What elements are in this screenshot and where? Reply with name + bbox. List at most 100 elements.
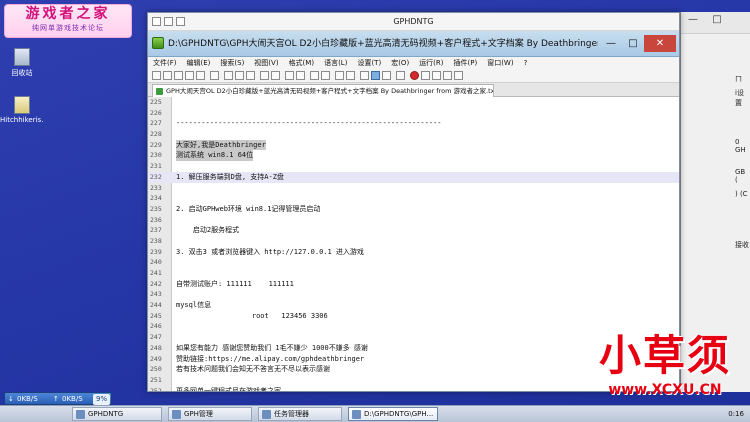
line-number: 233: [150, 183, 162, 192]
taskbar-item-task-manager[interactable]: 任务管理器: [258, 407, 342, 421]
line-number: 250: [150, 365, 162, 374]
zoom-in-icon[interactable]: [310, 71, 319, 80]
save-icon[interactable]: [174, 71, 183, 80]
maximize-button[interactable]: □: [622, 35, 644, 52]
new-file-icon[interactable]: [152, 71, 161, 80]
zoom-out-icon[interactable]: [321, 71, 330, 80]
run-macro-multiple-icon[interactable]: [443, 71, 452, 80]
taskbar-item-gphdntg[interactable]: GPHDNTG: [72, 407, 162, 421]
menu-plugins[interactable]: 插件(P): [449, 57, 483, 69]
paste-icon[interactable]: [246, 71, 255, 80]
close-file-icon[interactable]: [196, 71, 205, 80]
wrap-icon[interactable]: [346, 71, 355, 80]
editor-line[interactable]: 232 1. 解压服务端到D盘, 支持A-Z盘: [148, 171, 679, 183]
editor-line[interactable]: 237 启动2服务程式: [148, 225, 679, 236]
line-number: 237: [150, 226, 162, 235]
menu-file[interactable]: 文件(F): [148, 57, 182, 69]
line-text: 赞助链接:https://me.alipay.com/gphdeathbring…: [176, 354, 365, 363]
desktop-icon-document[interactable]: Hitchhikeris...: [0, 96, 44, 124]
window-titlebar: D:\GPHDNTG\GPH大闹天宫OL D2小白珍藏版+蓝光高清无码视频+客户…: [148, 31, 679, 57]
line-text: 启动2服务程式: [176, 226, 240, 235]
editor-line[interactable]: 242 自带测试账户: 111111 111111: [148, 279, 679, 290]
network-speed-widget[interactable]: ↓ 0KB/S ↑ 0KB/S 9%: [4, 392, 112, 405]
editor-line[interactable]: 233: [148, 183, 679, 194]
line-text: 如果您有能力 感谢您赞助我们 1毛不嫌少 1000不嫌多 感谢: [176, 343, 368, 352]
taskbar-item-gph-manager[interactable]: GPH管理: [168, 407, 252, 421]
menu-search[interactable]: 搜索(S): [215, 57, 249, 69]
line-number: 242: [150, 279, 162, 288]
outer-window-title: GPHDNTG: [393, 17, 434, 26]
line-number: 228: [150, 130, 162, 139]
editor-line[interactable]: 235 2. 启动GPHweb环境 win8.1记得管理员启动: [148, 204, 679, 215]
sync-scroll-icon[interactable]: [335, 71, 344, 80]
print-icon[interactable]: [210, 71, 219, 80]
editor-line[interactable]: 245 root 123456 3306: [148, 311, 679, 322]
editor-line[interactable]: 236: [148, 215, 679, 226]
indent-guide-icon[interactable]: [371, 71, 380, 80]
line-number: 231: [150, 162, 162, 171]
menu-run[interactable]: 运行(R): [414, 57, 448, 69]
desktop-icon-label: 回收站: [11, 69, 33, 77]
line-text: root 123456 3306: [176, 311, 328, 320]
editor-line[interactable]: 225: [148, 97, 679, 108]
notepad-app-icon: [152, 37, 164, 49]
upload-arrow-icon: ↑: [53, 395, 59, 403]
play-macro-icon[interactable]: [432, 71, 441, 80]
quick-access-icon[interactable]: [176, 17, 185, 26]
menu-format[interactable]: 格式(M): [284, 57, 320, 69]
editor-line[interactable]: 244 mysql信息: [148, 300, 679, 311]
recycle-bin-icon: [14, 48, 30, 66]
taskbar: GPHDNTG GPH管理 任务管理器 D:\GPHDNTG\GPH... 0:…: [0, 405, 750, 422]
cut-icon[interactable]: [224, 71, 233, 80]
close-button[interactable]: ✕: [644, 35, 676, 52]
open-file-icon[interactable]: [163, 71, 172, 80]
editor-line[interactable]: 239 3. 双击3 或者浏览器键入 http://127.0.0.1 进入游戏: [148, 247, 679, 258]
undo-icon[interactable]: [260, 71, 269, 80]
show-all-chars-icon[interactable]: [360, 71, 369, 80]
line-number: 225: [150, 98, 162, 106]
stop-macro-icon[interactable]: [421, 71, 430, 80]
document-icon: [14, 96, 30, 114]
maximize-icon[interactable]: □: [707, 12, 727, 28]
taskbar-item-notepad[interactable]: D:\GPHDNTG\GPH...: [348, 407, 438, 421]
quick-access-icon[interactable]: [164, 17, 173, 26]
editor-line[interactable]: 228: [148, 129, 679, 140]
editor-line[interactable]: 234: [148, 193, 679, 204]
line-number: 239: [150, 247, 162, 256]
quick-access-icon[interactable]: [152, 17, 161, 26]
menu-view[interactable]: 视图(V): [249, 57, 283, 69]
menu-edit[interactable]: 编辑(E): [182, 57, 216, 69]
minimize-button[interactable]: —: [600, 35, 622, 52]
editor-line[interactable]: 227 -------------------------------------…: [148, 118, 679, 129]
editor-line[interactable]: 231: [148, 161, 679, 172]
editor-line[interactable]: 241: [148, 268, 679, 279]
save-all-icon[interactable]: [185, 71, 194, 80]
find-icon[interactable]: [285, 71, 294, 80]
minimize-icon[interactable]: —: [683, 12, 703, 28]
replace-icon[interactable]: [296, 71, 305, 80]
editor-line[interactable]: 243: [148, 289, 679, 300]
function-list-icon[interactable]: [396, 71, 405, 80]
menu-help[interactable]: ?: [519, 57, 533, 69]
menu-settings[interactable]: 设置(T): [352, 57, 386, 69]
editor-line[interactable]: 229 大家好,我是Deathbringer: [148, 139, 679, 151]
line-number: 241: [150, 269, 162, 277]
taskbar-clock[interactable]: 0:16: [728, 406, 744, 422]
menu-language[interactable]: 语言(L): [319, 57, 352, 69]
editor-line[interactable]: 226: [148, 108, 679, 119]
record-macro-icon[interactable]: [410, 71, 419, 80]
line-number: 252: [150, 386, 162, 391]
document-tab[interactable]: GPH大闹天宫OL D2小白珍藏版+蓝光高清无码视频+客户程式+文字档案 By …: [152, 84, 494, 97]
copy-icon[interactable]: [235, 71, 244, 80]
line-text: 自带测试账户: 111111 111111: [176, 279, 294, 288]
desktop-icon-recycle-bin[interactable]: 回收站: [0, 48, 44, 78]
editor-line[interactable]: 240: [148, 257, 679, 268]
editor-line[interactable]: 230 测试系统 win8.1 64位: [148, 150, 679, 162]
document-map-icon[interactable]: [382, 71, 391, 80]
redo-icon[interactable]: [271, 71, 280, 80]
save-macro-icon[interactable]: [454, 71, 463, 80]
editor-line[interactable]: 238: [148, 236, 679, 247]
menu-macro[interactable]: 宏(O): [386, 57, 414, 69]
menu-window[interactable]: 窗口(W): [482, 57, 518, 69]
line-number: 249: [150, 354, 162, 363]
